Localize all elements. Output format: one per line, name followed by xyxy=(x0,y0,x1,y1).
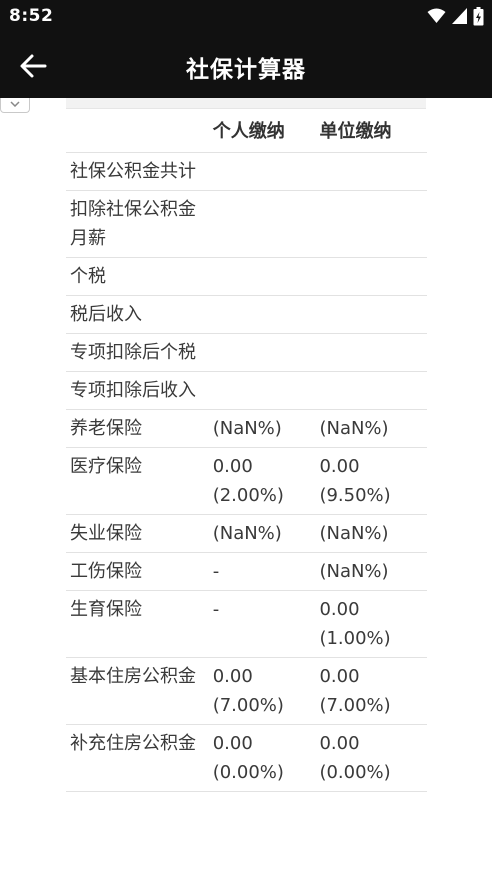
cell-personal-line: 0.00 xyxy=(212,666,253,687)
cell-company: (NaN%) xyxy=(315,514,427,553)
row-label: 养老保险 xyxy=(66,409,209,448)
table-row: 专项扣除后收入 xyxy=(66,371,427,410)
cellular-signal-icon xyxy=(452,8,467,24)
cell-personal-line: (NaN%) xyxy=(212,418,282,439)
cell-company-line: (9.50%) xyxy=(319,485,391,506)
table-row: 基本住房公积金 0.00 (7.00%) 0.00 (7.00%) xyxy=(66,657,427,725)
cell-company: (NaN%) xyxy=(315,552,427,591)
row-label: 专项扣除后收入 xyxy=(66,371,209,410)
cell-personal: 0.00 (2.00%) xyxy=(208,447,316,515)
row-label: 个税 xyxy=(66,257,209,296)
table-row: 扣除社保公积金月薪 xyxy=(66,190,427,258)
battery-icon xyxy=(473,6,484,25)
cell-company xyxy=(315,190,427,258)
cell-personal xyxy=(208,371,316,410)
cell-personal: - xyxy=(208,552,316,591)
app-bar: 社保计算器 xyxy=(0,33,492,98)
table-row: 医疗保险 0.00 (2.00%) 0.00 (9.50%) xyxy=(66,447,427,515)
row-label: 工伤保险 xyxy=(66,552,209,591)
cell-company-line: (NaN%) xyxy=(319,561,389,582)
cell-company-line: (NaN%) xyxy=(319,418,389,439)
cell-personal-line: 0.00 xyxy=(212,456,253,477)
row-label: 扣除社保公积金月薪 xyxy=(66,190,209,258)
cell-personal xyxy=(208,257,316,296)
table-row: 税后收入 xyxy=(66,295,427,334)
header-personal: 个人缴纳 xyxy=(208,110,316,153)
table-row: 个税 xyxy=(66,257,427,296)
table-row: 专项扣除后个税 xyxy=(66,333,427,372)
cell-personal xyxy=(208,333,316,372)
row-label: 税后收入 xyxy=(66,295,209,334)
cell-company: 0.00 (1.00%) xyxy=(315,590,427,658)
cell-company-line: 0.00 xyxy=(319,456,360,477)
cell-company-line: 0.00 xyxy=(319,733,360,754)
cell-company: 0.00 (9.50%) xyxy=(315,447,427,515)
cell-company xyxy=(315,152,427,191)
cell-company-line: (7.00%) xyxy=(319,695,391,716)
page-title: 社保计算器 xyxy=(186,57,306,83)
cell-personal: 0.00 (7.00%) xyxy=(208,657,316,725)
cell-company: 0.00 (0.00%) xyxy=(315,724,427,792)
cell-company xyxy=(315,371,427,410)
table-row: 生育保险 - 0.00 (1.00%) xyxy=(66,590,427,658)
cell-personal xyxy=(208,295,316,334)
table-row: 失业保险 (NaN%) (NaN%) xyxy=(66,514,427,553)
cell-personal-line: 0.00 xyxy=(212,733,253,754)
cell-company: (NaN%) xyxy=(315,409,427,448)
collapse-toggle-button[interactable] xyxy=(0,98,30,113)
cell-personal: (NaN%) xyxy=(208,514,316,553)
cell-company-line: 0.00 xyxy=(319,599,360,620)
cell-company xyxy=(315,257,427,296)
status-bar: 8:52 xyxy=(0,0,492,33)
row-label: 医疗保险 xyxy=(66,447,209,515)
table-row: 工伤保险 - (NaN%) xyxy=(66,552,427,591)
cell-personal-line: (2.00%) xyxy=(212,485,284,506)
status-time: 8:52 xyxy=(9,6,54,26)
header-label xyxy=(66,110,209,153)
row-label: 失业保险 xyxy=(66,514,209,553)
cell-company-line: (NaN%) xyxy=(319,523,389,544)
table-row: 社保公积金共计 xyxy=(66,152,427,191)
result-table: 个人缴纳 单位缴纳 社保公积金共计 扣除社保公积金月薪 个税 税后收入 专项扣除后个税专… xyxy=(66,110,427,792)
row-label: 基本住房公积金 xyxy=(66,657,209,725)
cell-personal-line: (7.00%) xyxy=(212,695,284,716)
cell-personal xyxy=(208,190,316,258)
cell-company-line: (0.00%) xyxy=(319,762,391,783)
cell-company xyxy=(315,333,427,372)
cell-personal xyxy=(208,152,316,191)
table-row: 养老保险 (NaN%) (NaN%) xyxy=(66,409,427,448)
status-icons xyxy=(427,6,484,26)
cell-company-line: (1.00%) xyxy=(319,628,391,649)
cell-personal: (NaN%) xyxy=(208,409,316,448)
row-label: 专项扣除后个税 xyxy=(66,333,209,372)
row-label: 社保公积金共计 xyxy=(66,152,209,191)
table-row: 补充住房公积金 0.00 (0.00%) 0.00 (0.00%) xyxy=(66,724,427,792)
row-label: 补充住房公积金 xyxy=(66,724,209,792)
cell-personal: - xyxy=(208,590,316,658)
cell-company xyxy=(315,295,427,334)
table-top-strip xyxy=(66,98,426,109)
wifi-icon xyxy=(427,8,446,23)
cell-personal-line: (NaN%) xyxy=(212,523,282,544)
cell-personal-line: - xyxy=(212,599,220,620)
cell-company-line: 0.00 xyxy=(319,666,360,687)
cell-personal-line: (0.00%) xyxy=(212,762,284,783)
chevron-down-icon xyxy=(10,101,20,107)
table-header-row: 个人缴纳 单位缴纳 xyxy=(66,110,427,153)
cell-personal-line: - xyxy=(212,561,220,582)
cell-company: 0.00 (7.00%) xyxy=(315,657,427,725)
cell-personal: 0.00 (0.00%) xyxy=(208,724,316,792)
row-label: 生育保险 xyxy=(66,590,209,658)
header-company: 单位缴纳 xyxy=(315,110,427,153)
